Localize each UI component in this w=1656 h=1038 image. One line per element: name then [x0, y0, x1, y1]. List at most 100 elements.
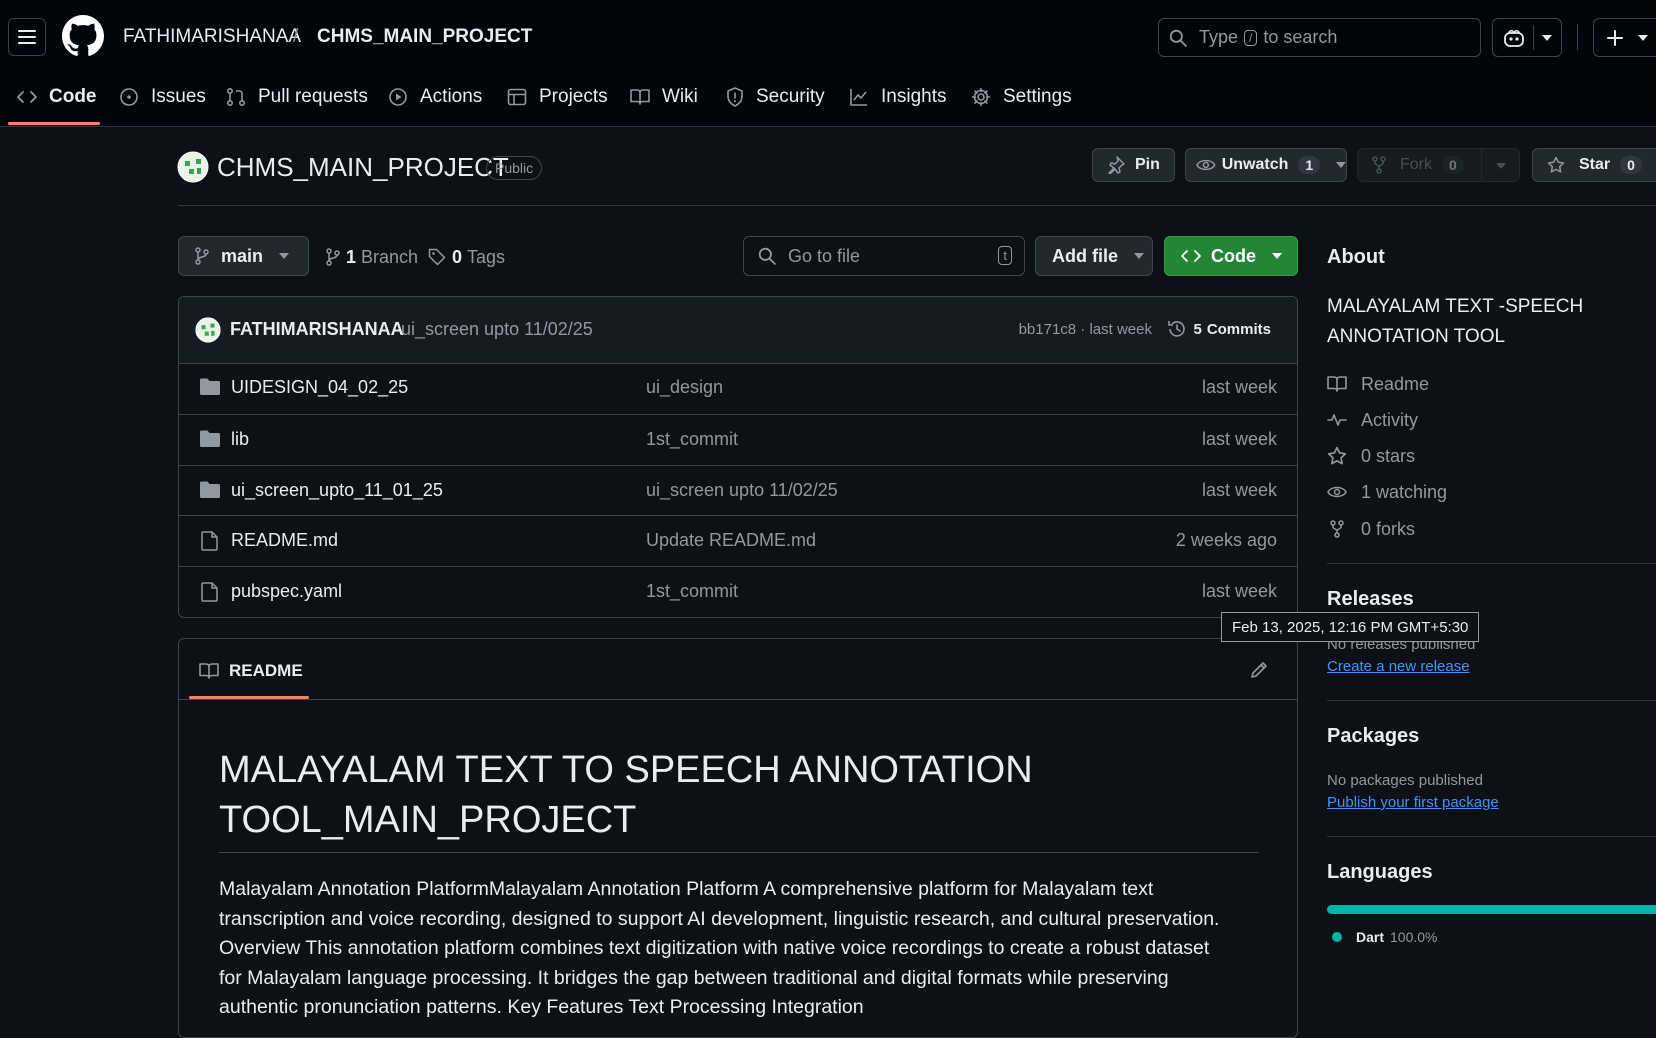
star-icon: [1547, 156, 1565, 173]
code-icon: [1181, 250, 1201, 262]
stars-link[interactable]: 0 stars: [1327, 444, 1415, 468]
tab-security[interactable]: Security: [726, 84, 825, 110]
table-row[interactable]: UIDESIGN_04_02_25 ui_design last week: [179, 363, 1297, 413]
file-time: last week: [1201, 429, 1277, 449]
code-icon: [17, 91, 37, 103]
tab-actions[interactable]: Actions: [388, 84, 482, 110]
book-icon: [199, 663, 219, 679]
fork-count: 0: [1442, 156, 1464, 174]
pencil-icon[interactable]: [1249, 660, 1269, 680]
create-release-link[interactable]: Create a new release: [1327, 658, 1470, 675]
commits-link[interactable]: 5 Commits: [1167, 317, 1271, 341]
search-input[interactable]: Type / to search: [1158, 18, 1481, 57]
tab-wiki[interactable]: Wiki: [630, 84, 698, 110]
copilot-button[interactable]: [1492, 18, 1562, 57]
tags-link[interactable]: 0 Tags: [428, 245, 505, 269]
packages-heading[interactable]: Packages: [1327, 725, 1419, 748]
branches-count: 1: [346, 246, 357, 267]
book-icon: [1327, 376, 1347, 392]
graph-icon: [850, 89, 867, 106]
star-label: Star: [1579, 156, 1611, 173]
latest-commit-bar: FATHIMARISHANAA ui_screen upto 11/02/25 …: [179, 297, 1297, 364]
code-button[interactable]: Code: [1164, 236, 1298, 276]
branches-link[interactable]: 1 Branch: [326, 245, 418, 269]
forks-link-label: 0 forks: [1361, 518, 1416, 539]
file-time: last week: [1201, 581, 1277, 601]
file-commit-message[interactable]: 1st_commit: [646, 581, 738, 602]
file-name[interactable]: pubspec.yaml: [231, 581, 342, 602]
github-logo-icon[interactable]: [62, 15, 104, 57]
languages-heading: Languages: [1327, 861, 1433, 883]
file-commit-message[interactable]: Update README.md: [646, 530, 816, 551]
language-item-dart[interactable]: Dart 100.0%: [1332, 927, 1438, 947]
fork-icon: [1330, 520, 1344, 538]
fork-label: Fork: [1400, 156, 1432, 173]
branch-selector[interactable]: main: [178, 236, 309, 276]
readme-body-line: transcription and voice recording, desig…: [219, 907, 1220, 930]
readme-link[interactable]: Readme: [1327, 372, 1429, 396]
pin-button[interactable]: Pin: [1092, 148, 1175, 182]
file-commit-message[interactable]: ui_screen upto 11/02/25: [646, 480, 838, 501]
tab-code[interactable]: Code: [17, 84, 97, 110]
readme-tab[interactable]: README: [199, 659, 303, 683]
folder-icon: [200, 378, 220, 395]
watchers-link[interactable]: 1 watching: [1327, 480, 1447, 504]
repo-title[interactable]: CHMS_MAIN_PROJECT: [217, 152, 509, 183]
readme-body-line: for Malayalam language processing. It br…: [219, 966, 1169, 989]
file-time: last week: [1201, 377, 1277, 397]
add-file-button[interactable]: Add file: [1035, 236, 1153, 276]
tab-projects[interactable]: Projects: [507, 84, 608, 110]
tab-issues[interactable]: Issues: [119, 84, 206, 110]
search-shortcut-key: /: [1244, 29, 1258, 46]
watch-button[interactable]: Unwatch 1: [1185, 148, 1347, 182]
file-name[interactable]: README.md: [231, 530, 338, 551]
readme-body: Malayalam Annotation PlatformMalayalam A…: [219, 875, 1219, 1023]
fork-icon: [1372, 156, 1386, 174]
releases-heading[interactable]: Releases: [1327, 588, 1414, 611]
publish-package-link[interactable]: Publish your first package: [1327, 794, 1499, 811]
table-row[interactable]: pubspec.yaml 1st_commit last week: [179, 566, 1297, 617]
star-button[interactable]: Star 0: [1532, 148, 1656, 182]
repo-link[interactable]: CHMS_MAIN_PROJECT: [317, 26, 532, 48]
table-row[interactable]: README.md Update README.md 2 weeks ago: [179, 515, 1297, 566]
commit-message[interactable]: ui_screen upto 11/02/25: [401, 319, 593, 340]
file-commit-message[interactable]: ui_design: [646, 377, 723, 398]
file-name[interactable]: ui_screen_upto_11_01_25: [231, 480, 443, 501]
table-row[interactable]: lib 1st_commit last week: [179, 414, 1297, 465]
forks-link[interactable]: 0 forks: [1327, 517, 1415, 541]
owner-link[interactable]: FATHIMARISHANAA: [123, 26, 301, 48]
file-commit-message[interactable]: 1st_commit: [646, 429, 738, 450]
tab-insights-label: Insights: [881, 86, 947, 107]
activity-link[interactable]: Activity: [1327, 408, 1418, 432]
tab-insights[interactable]: Insights: [849, 84, 946, 110]
commit-sha-time[interactable]: bb171c8 · last week: [1019, 321, 1152, 338]
branch-icon: [326, 248, 340, 266]
chevron-down-icon: [1336, 162, 1346, 168]
tab-pull-requests[interactable]: Pull requests: [226, 84, 368, 110]
file-name[interactable]: lib: [231, 429, 249, 450]
menu-button[interactable]: [8, 18, 46, 56]
table-row[interactable]: ui_screen_upto_11_01_25 ui_screen upto 1…: [179, 465, 1297, 516]
create-new-button[interactable]: [1593, 18, 1656, 57]
commit-author[interactable]: FATHIMARISHANAA: [230, 319, 404, 340]
file-name[interactable]: UIDESIGN_04_02_25: [231, 377, 408, 398]
search-icon: [758, 247, 776, 265]
hamburger-icon: [18, 30, 36, 44]
fork-button[interactable]: Fork 0: [1357, 148, 1520, 182]
avatar[interactable]: [195, 317, 221, 343]
search-suffix: to search: [1263, 27, 1338, 47]
copilot-icon: [1504, 29, 1524, 47]
search-prefix: Type: [1199, 27, 1239, 47]
readme-heading: MALAYALAM TEXT TO SPEECH ANNOTATION TOOL…: [219, 745, 1033, 845]
readme-body-line: Overview This annotation platform combin…: [219, 937, 1210, 959]
code-button-label: Code: [1211, 245, 1256, 266]
chevron-down-icon: [1272, 253, 1282, 259]
commits-count: 5: [1193, 320, 1202, 338]
star-count: 0: [1620, 156, 1642, 174]
about-description: MALAYALAM TEXT -SPEECH ANNOTATION TOOL: [1327, 292, 1583, 352]
go-to-file-input[interactable]: Go to file t: [743, 236, 1025, 276]
search-icon: [1169, 29, 1187, 47]
file-icon: [201, 582, 218, 602]
tab-settings[interactable]: Settings: [971, 84, 1072, 110]
watchers-link-label: 1 watching: [1361, 481, 1448, 502]
